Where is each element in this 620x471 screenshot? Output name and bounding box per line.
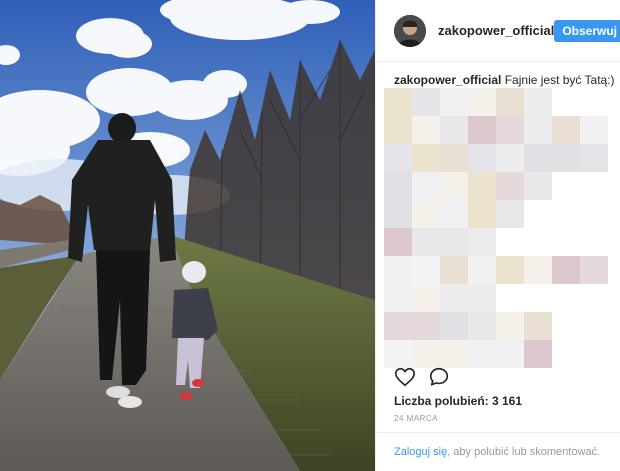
blurred-comment-block xyxy=(384,200,412,228)
blurred-comment-block xyxy=(440,200,468,228)
blurred-comment-block xyxy=(496,200,524,228)
blurred-comment-block xyxy=(468,312,496,340)
blurred-comment-block xyxy=(412,284,440,312)
photo-image xyxy=(0,0,375,471)
blurred-comment-block xyxy=(384,144,412,172)
post-sidebar: zakopower_official Obserwuj zakopower_of… xyxy=(375,0,620,471)
blurred-comment-block xyxy=(580,256,608,284)
login-link[interactable]: Zaloguj się xyxy=(394,446,447,458)
blurred-comments xyxy=(384,88,614,368)
blurred-comment-block xyxy=(468,116,496,144)
blurred-comment-block xyxy=(384,228,412,256)
blurred-comment-block xyxy=(384,284,412,312)
username-link[interactable]: zakopower_official xyxy=(438,23,554,38)
blurred-comment-block xyxy=(384,312,412,340)
blurred-comment-block xyxy=(412,312,440,340)
blurred-comment-block xyxy=(496,340,524,368)
blurred-comment-block xyxy=(384,340,412,368)
blurred-comment-block xyxy=(440,312,468,340)
blurred-comment-block xyxy=(552,256,580,284)
likes-count[interactable]: Liczba polubień: 3 161 xyxy=(394,394,522,408)
blurred-comment-block xyxy=(468,228,496,256)
blurred-comment-block xyxy=(524,116,552,144)
login-prompt: Zaloguj się , aby polubić lub skomentowa… xyxy=(376,432,620,471)
blurred-comment-block xyxy=(412,256,440,284)
blurred-comment-block xyxy=(468,172,496,200)
blurred-comment-block xyxy=(440,256,468,284)
speech-bubble-icon[interactable] xyxy=(428,366,450,388)
avatar[interactable] xyxy=(394,14,426,47)
post-actions xyxy=(394,366,450,388)
blurred-comment-block xyxy=(412,340,440,368)
blurred-comment-block xyxy=(384,116,412,144)
post-photo[interactable] xyxy=(0,0,375,471)
blurred-comment-block xyxy=(384,88,412,116)
blurred-comment-block xyxy=(524,88,552,116)
blurred-comment-block xyxy=(440,228,468,256)
blurred-comment-block xyxy=(580,116,608,144)
blurred-comment-block xyxy=(468,340,496,368)
blurred-comment-block xyxy=(384,172,412,200)
follow-button[interactable]: Obserwuj xyxy=(554,19,620,42)
blurred-comment-block xyxy=(440,340,468,368)
blurred-comment-block xyxy=(412,116,440,144)
post-caption: zakopower_official Fajnie jest być Tatą:… xyxy=(394,73,615,87)
blurred-comment-block xyxy=(468,284,496,312)
blurred-comment-block xyxy=(496,88,524,116)
blurred-comment-block xyxy=(468,200,496,228)
blurred-comment-block xyxy=(412,228,440,256)
blurred-comment-block xyxy=(412,88,440,116)
blurred-comment-block xyxy=(524,172,552,200)
heart-icon[interactable] xyxy=(394,366,416,388)
blurred-comment-block xyxy=(524,340,552,368)
blurred-comment-block xyxy=(468,144,496,172)
blurred-comment-block xyxy=(468,88,496,116)
blurred-comment-block xyxy=(524,256,552,284)
blurred-comment-block xyxy=(496,144,524,172)
blurred-comment-block xyxy=(580,144,608,172)
blurred-comment-block xyxy=(440,144,468,172)
blurred-comment-block xyxy=(440,284,468,312)
blurred-comment-block xyxy=(468,256,496,284)
caption-username[interactable]: zakopower_official xyxy=(394,73,501,87)
post-header: zakopower_official Obserwuj xyxy=(376,0,620,62)
blurred-comment-block xyxy=(412,144,440,172)
blurred-comment-block xyxy=(552,144,580,172)
blurred-comment-block xyxy=(524,144,552,172)
post-date[interactable]: 24 MARCA xyxy=(394,414,438,423)
blurred-comment-block xyxy=(524,312,552,340)
blurred-comment-block xyxy=(384,256,412,284)
blurred-comment-block xyxy=(496,172,524,200)
user-icon xyxy=(394,14,426,47)
blurred-comment-block xyxy=(552,116,580,144)
blurred-comment-block xyxy=(496,256,524,284)
blurred-comment-block xyxy=(440,88,468,116)
login-prompt-text: , aby polubić lub skomentować. xyxy=(447,446,601,458)
blurred-comment-block xyxy=(496,116,524,144)
blurred-comment-block xyxy=(496,312,524,340)
blurred-comment-block xyxy=(412,200,440,228)
blurred-comment-block xyxy=(440,116,468,144)
blurred-comment-block xyxy=(440,172,468,200)
instagram-post: zakopower_official Obserwuj zakopower_of… xyxy=(0,0,620,471)
blurred-comment-block xyxy=(412,172,440,200)
caption-text: Fajnie jest być Tatą:) xyxy=(504,73,615,87)
